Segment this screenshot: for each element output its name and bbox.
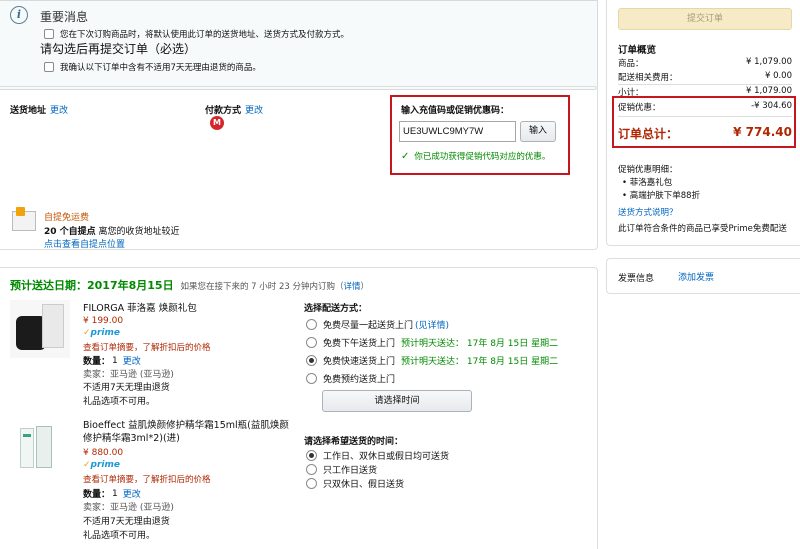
shipping-option-express-radio[interactable] [306,355,317,366]
coupon-success-message: 你已成功获得促销代码对应的优惠。 [414,152,551,162]
prime-badge: ✓prime [83,328,120,338]
quantity-change-link[interactable]: 更改 [123,487,141,500]
summary-divider [618,84,792,85]
default-settings-checkbox[interactable] [44,29,54,39]
shipping-option-afternoon-radio[interactable] [306,337,317,348]
shipping-option-express-label: 免费快速送货上门 [323,357,396,367]
prime-label: prime [90,460,120,470]
non-return-confirm-label: 我确认以下订单中含有不适用7天无理由退货的商品。 [60,63,261,73]
payment-card-icon: M [210,116,224,130]
time-option-weekday-label: 只工作日送货 [323,466,378,476]
order-total-value: ¥ 774.40 [733,125,792,139]
quantity-label: 数量： [83,490,111,500]
notice-title: 重要消息 [40,10,89,24]
shipping-option-scheduled-label: 免费预约送货上门 [323,375,396,385]
promo-discount-value: -¥ 304.60 [751,101,792,111]
item-price: ¥ 880.00 [83,448,124,458]
shipping-fee-label: 配送相关费用： [618,73,678,83]
item-title[interactable]: Bioeffect 益肌焕颜修护精华霜15ml瓶(益肌焕颜修护精华霜3ml*2)… [83,419,298,445]
prime-label: prime [90,328,120,338]
product-image [10,300,70,358]
no-return-note: 不适用7天无理由退货 [83,517,170,527]
required-notice: 请勾选后再提交订单（必选） [40,42,197,56]
shipping-fee-value: ¥ 0.00 [764,71,792,81]
pickup-count: 20 个自提点 [44,227,96,237]
order-total-label: 订单总计： [618,127,679,141]
info-icon: i [10,6,28,24]
pickup-free-label: 自提免运费 [44,213,90,223]
gift-unavailable-note: 礼品选项不可用。 [83,531,156,541]
goods-label: 商品： [618,59,644,69]
prime-shipping-note: 此订单符合条件的商品已享受Prime免费配送 [618,224,787,234]
shipping-option-combined-radio[interactable] [306,319,317,330]
shipping-method-title: 选择配送方式： [304,304,368,314]
delivery-note-end: ） [360,282,370,292]
shipping-option-scheduled-radio[interactable] [306,373,317,384]
promo-detail-item: • 高端护肤下单88折 [622,191,701,201]
delivery-header: 预计送达日期：2017年8月15日 如果您在接下来的 7 小时 23 分钟内订购… [10,277,369,293]
checkmark-icon: ✓ [401,150,410,162]
shipping-option-details-link[interactable]: (见详情) [415,318,449,331]
order-summary-title: 订单概览 [618,45,657,56]
gift-unavailable-note: 礼品选项不可用。 [83,397,156,407]
default-settings-label: 您在下次订购商品时，将默认使用此订单的送货地址、送货方式及付款方式。 [60,30,350,40]
add-invoice-link[interactable]: 添加发票 [678,270,714,283]
total-divider [618,116,792,117]
time-option-weekend-label: 只双休日、假日送货 [323,480,405,490]
product-image [18,424,56,470]
item-title[interactable]: FILORGA 菲洛嘉 焕颜礼包 [83,300,197,314]
delivery-cutoff-note: 如果您在接下来的 7 小时 23 分钟内订购（ [180,282,344,292]
submit-order-button[interactable]: 提交订单 [618,8,792,30]
shipping-option-afternoon-label: 免费下午送货上门 [323,339,396,349]
invoice-label: 发票信息 [618,274,655,284]
quantity-change-link[interactable]: 更改 [123,354,141,367]
quantity-label: 数量： [83,357,111,367]
quantity-value: 1 [112,488,118,499]
order-summary-link[interactable]: 查看订单摘要，了解折扣后的价格 [83,473,211,485]
coupon-input[interactable] [399,121,516,142]
delivery-details-link[interactable]: 详情 [344,282,361,292]
coupon-apply-button[interactable]: 输入 [520,121,556,142]
shipping-explanation-link[interactable]: 送货方式说明？ [618,206,678,218]
time-option-weekend-radio[interactable] [306,478,317,489]
prime-badge: ✓prime [83,460,120,470]
delivery-date: 2017年8月15日 [87,279,174,292]
non-return-confirm-checkbox[interactable] [44,62,54,72]
quantity-value: 1 [112,355,118,366]
seller-info: 卖家：亚马逊 (亚马逊) [83,370,174,380]
amazon-pickup-icon [12,207,36,231]
select-time-button[interactable]: 请选择时间 [322,390,472,412]
payment-method-label: 付款方式 [205,106,242,116]
shipping-option-afternoon-eta: 预计明天送达： 17年 8月 15日 星期二 [401,339,559,349]
time-option-any-radio[interactable] [306,450,317,461]
time-option-weekday-radio[interactable] [306,464,317,475]
pickup-count-line: 20 个自提点 离您的收货地址较近 [44,224,180,237]
delivery-time-title: 请选择希望送货的时间： [304,437,404,447]
promo-detail-item: • 菲洛嘉礼包 [622,178,673,188]
promo-detail-text: 菲洛嘉礼包 [629,178,673,188]
time-option-any-label: 工作日、双休日或假日均可送货 [323,452,450,462]
promo-discount-label: 促销优惠： [618,103,661,113]
shipping-address-label: 送货地址 [10,106,47,116]
item-price: ¥ 199.00 [83,316,124,326]
shipping-address-change-link[interactable]: 更改 [50,103,68,116]
delivery-date-label: 预计送达日期： [10,279,87,292]
order-summary-link[interactable]: 查看订单摘要，了解折扣后的价格 [83,341,211,353]
promo-detail-text: 高端护肤下单88折 [629,191,701,201]
pickup-locations-link[interactable]: 点击查看自提点位置 [44,237,125,250]
seller-info: 卖家：亚马逊 (亚马逊) [83,503,174,513]
coupon-title: 输入充值码或促销优惠码： [401,106,510,116]
shipping-option-express-eta: 预计明天送达： 17年 8月 15日 星期二 [401,357,559,367]
pickup-count-note: 离您的收货地址较近 [95,227,180,237]
goods-value: ¥ 1,079.00 [746,57,792,67]
payment-method-change-link[interactable]: 更改 [245,103,263,116]
promo-details-title: 促销优惠明细： [618,165,678,175]
no-return-note: 不适用7天无理由退货 [83,383,170,393]
shipping-option-combined-label: 免费尽量一起送货上门 [323,321,414,331]
